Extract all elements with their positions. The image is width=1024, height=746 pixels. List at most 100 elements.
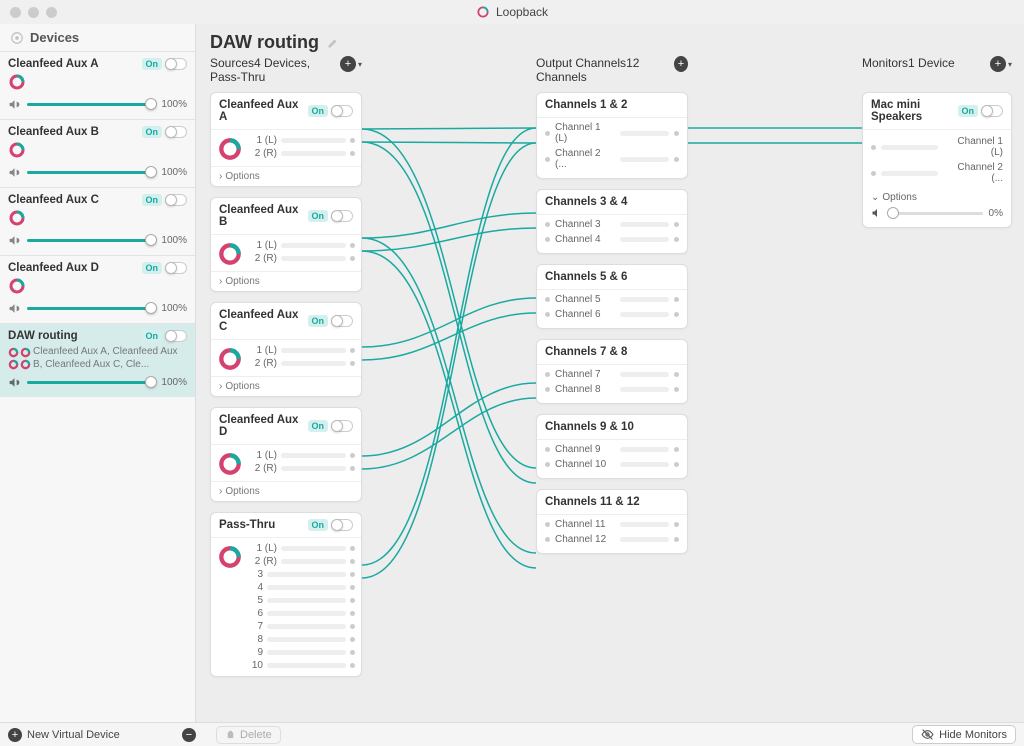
volume-slider[interactable]: 100% [8, 232, 187, 251]
input-port[interactable] [545, 522, 550, 527]
device-toggle[interactable]: On [142, 330, 188, 342]
output-port[interactable] [674, 537, 679, 542]
output-port[interactable] [674, 372, 679, 377]
output-port[interactable] [350, 151, 355, 156]
output-card[interactable]: Channels 3 & 4 Channel 3 Channel 4 [536, 189, 688, 254]
add-output-button[interactable]: + [674, 56, 688, 72]
output-port[interactable] [350, 453, 355, 458]
output-port[interactable] [350, 466, 355, 471]
new-virtual-device-button[interactable]: +New Virtual Device [8, 728, 120, 742]
output-port[interactable] [674, 237, 679, 242]
volume-slider[interactable]: 100% [8, 300, 187, 319]
sidebar-device-item[interactable]: Cleanfeed Aux A On 100% [0, 51, 195, 119]
output-port[interactable] [350, 572, 355, 577]
output-port[interactable] [674, 157, 679, 162]
output-port[interactable] [674, 462, 679, 467]
remove-device-button[interactable]: − [182, 728, 196, 742]
input-port[interactable] [545, 222, 550, 227]
input-port[interactable] [545, 462, 550, 467]
options-disclosure[interactable]: ›Options [211, 271, 361, 291]
options-disclosure[interactable]: ›Options [211, 376, 361, 396]
passthru-card[interactable]: Pass-ThruOn 1 (L) 2 (R) 3 4 5 6 7 8 9 10 [210, 512, 362, 677]
output-port[interactable] [350, 650, 355, 655]
source-card[interactable]: Cleanfeed Aux DOn 1 (L) 2 (R) ›Options [210, 407, 362, 502]
source-toggle[interactable]: On [308, 315, 354, 327]
source-toggle[interactable]: On [308, 420, 354, 432]
input-port[interactable] [545, 387, 550, 392]
output-port[interactable] [674, 222, 679, 227]
edit-icon[interactable] [327, 37, 339, 49]
input-port[interactable] [545, 372, 550, 377]
volume-slider[interactable]: 100% [8, 164, 187, 183]
device-name: Cleanfeed Aux C [8, 194, 99, 206]
output-port[interactable] [674, 131, 679, 136]
output-card[interactable]: Channels 11 & 12 Channel 11 Channel 12 [536, 489, 688, 554]
output-port[interactable] [674, 297, 679, 302]
sidebar-device-item[interactable]: Cleanfeed Aux C On 100% [0, 187, 195, 255]
output-port[interactable] [350, 637, 355, 642]
device-toggle[interactable]: On [142, 58, 188, 70]
output-port[interactable] [350, 663, 355, 668]
close-icon[interactable] [10, 7, 21, 18]
sidebar: Devices Cleanfeed Aux A On 100% Cleanfee… [0, 24, 196, 722]
output-port[interactable] [674, 447, 679, 452]
options-disclosure[interactable]: ⌄Options [871, 192, 1003, 203]
input-port[interactable] [545, 157, 550, 162]
output-port[interactable] [350, 598, 355, 603]
source-card[interactable]: Cleanfeed Aux COn 1 (L) 2 (R) ›Options [210, 302, 362, 397]
output-port[interactable] [674, 522, 679, 527]
output-port[interactable] [350, 243, 355, 248]
add-monitor-button[interactable]: +▾ [990, 56, 1012, 72]
speaker-icon [8, 302, 21, 315]
add-source-button[interactable]: +▾ [340, 56, 362, 72]
sidebar-device-item[interactable]: Cleanfeed Aux B On 100% [0, 119, 195, 187]
monitors-column-header: Monitors1 Device +▾ [862, 56, 1012, 72]
output-port[interactable] [350, 138, 355, 143]
window-controls[interactable] [0, 7, 57, 18]
sidebar-device-item[interactable]: Cleanfeed Aux D On 100% [0, 255, 195, 323]
monitor-card[interactable]: Mac mini SpeakersOn Channel 1 (L) Channe… [862, 92, 1012, 228]
options-disclosure[interactable]: ›Options [211, 166, 361, 186]
output-port[interactable] [350, 348, 355, 353]
minimize-icon[interactable] [28, 7, 39, 18]
output-port[interactable] [350, 546, 355, 551]
output-card[interactable]: Channels 7 & 8 Channel 7 Channel 8 [536, 339, 688, 404]
device-toggle[interactable]: On [142, 126, 188, 138]
output-port[interactable] [350, 611, 355, 616]
source-card[interactable]: Cleanfeed Aux AOn 1 (L) 2 (R) ›Options [210, 92, 362, 187]
input-port[interactable] [545, 297, 550, 302]
volume-slider[interactable]: 100% [8, 96, 187, 115]
monitor-toggle[interactable]: On [958, 105, 1004, 117]
device-toggle[interactable]: On [142, 262, 188, 274]
zoom-icon[interactable] [46, 7, 57, 18]
delete-button[interactable]: Delete [216, 726, 281, 744]
source-toggle[interactable]: On [308, 105, 354, 117]
input-port[interactable] [545, 447, 550, 452]
output-card[interactable]: Channels 1 & 2 Channel 1 (L) Channel 2 (… [536, 92, 688, 179]
input-port[interactable] [871, 171, 876, 176]
source-card[interactable]: Cleanfeed Aux BOn 1 (L) 2 (R) ›Options [210, 197, 362, 292]
monitor-volume-slider[interactable]: 0% [871, 207, 1003, 219]
output-port[interactable] [350, 624, 355, 629]
source-toggle[interactable]: On [308, 519, 354, 531]
input-port[interactable] [545, 312, 550, 317]
output-port[interactable] [350, 559, 355, 564]
hide-monitors-button[interactable]: Hide Monitors [912, 725, 1016, 744]
output-port[interactable] [350, 256, 355, 261]
input-port[interactable] [545, 537, 550, 542]
options-disclosure[interactable]: ›Options [211, 481, 361, 501]
input-port[interactable] [545, 237, 550, 242]
volume-slider[interactable]: 100% [8, 374, 187, 393]
output-port[interactable] [674, 387, 679, 392]
output-card[interactable]: Channels 5 & 6 Channel 5 Channel 6 [536, 264, 688, 329]
output-port[interactable] [350, 585, 355, 590]
speaker-icon [871, 207, 883, 219]
input-port[interactable] [871, 145, 876, 150]
input-port[interactable] [545, 131, 550, 136]
output-port[interactable] [674, 312, 679, 317]
device-toggle[interactable]: On [142, 194, 188, 206]
source-toggle[interactable]: On [308, 210, 354, 222]
output-card[interactable]: Channels 9 & 10 Channel 9 Channel 10 [536, 414, 688, 479]
sidebar-device-item-active[interactable]: DAW routing On Cleanfeed Aux A, Cleanfee… [0, 323, 195, 397]
output-port[interactable] [350, 361, 355, 366]
